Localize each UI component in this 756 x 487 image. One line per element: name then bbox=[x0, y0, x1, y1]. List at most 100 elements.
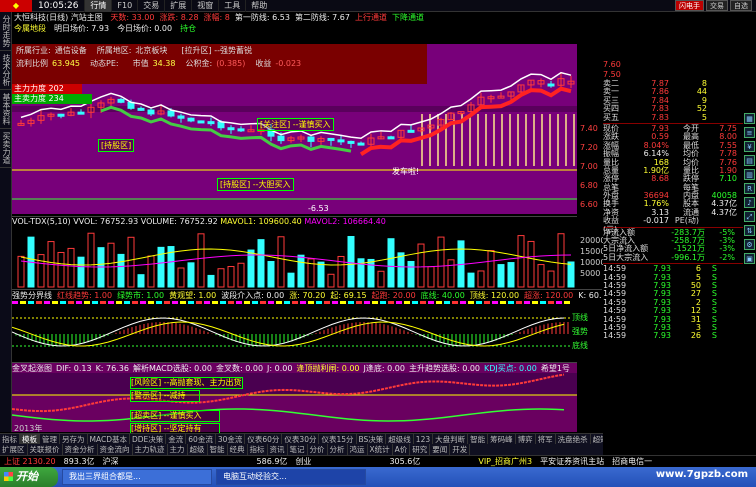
signal-strip bbox=[404, 301, 410, 304]
order-book-row[interactable]: 卖二 7.87 8 bbox=[603, 79, 743, 88]
extension-tab[interactable]: 鸿运 bbox=[348, 444, 368, 455]
extension-tab[interactable]: 主力轨迹 bbox=[133, 444, 168, 455]
indicator-tab[interactable]: 博弈 bbox=[516, 434, 536, 444]
watchlist-button[interactable]: 自选 bbox=[730, 0, 752, 11]
extension-tab[interactable]: 开发 bbox=[450, 444, 471, 455]
candle-body bbox=[337, 139, 345, 143]
stat-row: 收益(三) -0.017 PE(动) bbox=[603, 216, 743, 233]
menu-item-f10[interactable]: F10 bbox=[111, 0, 137, 12]
window-icon[interactable]: ▣ bbox=[744, 253, 755, 264]
order-book-row[interactable]: 卖一 7.86 44 bbox=[603, 87, 743, 96]
indicator-tab[interactable]: 超级线 bbox=[386, 434, 414, 444]
indicator-tab[interactable]: 大盘判断 bbox=[433, 434, 469, 444]
grid-icon[interactable]: ▦ bbox=[744, 113, 755, 124]
volume-bar bbox=[467, 272, 475, 288]
taskbar-item-1[interactable]: 我出三界组合都是... bbox=[62, 469, 212, 485]
extension-tab[interactable]: 主力 bbox=[168, 444, 188, 455]
order-book-row[interactable]: 买三 7.84 9 bbox=[603, 96, 743, 105]
menu-item-extend[interactable]: 扩展 bbox=[164, 0, 191, 12]
extension-tab[interactable]: 资金流向 bbox=[98, 444, 133, 455]
indicator-title-item: 起跑: 20.00 bbox=[371, 291, 416, 300]
extension-tab[interactable]: 分价 bbox=[308, 444, 328, 455]
extension-tab[interactable]: 扩展区 bbox=[0, 444, 28, 455]
order-book-row[interactable]: 买四 7.83 52 bbox=[603, 104, 743, 113]
volume-bar bbox=[137, 274, 145, 288]
indicator-tab[interactable]: 智能 bbox=[468, 434, 489, 444]
extension-tab[interactable]: 笔记 bbox=[288, 444, 308, 455]
settings-icon[interactable]: ⚙ bbox=[744, 239, 755, 250]
extension-tab[interactable]: X统计 bbox=[368, 444, 393, 455]
signal-strip bbox=[252, 301, 258, 304]
status-account[interactable]: VIP_招商广州3 bbox=[474, 456, 536, 467]
trade-button[interactable]: 交易 bbox=[706, 0, 728, 11]
indicator-title-item: 超涨: 120.00 bbox=[524, 291, 574, 300]
signal-strip bbox=[12, 301, 18, 304]
price-axis-tick: 6.60 bbox=[580, 200, 598, 209]
extension-tab[interactable]: 关联报价 bbox=[28, 444, 63, 455]
indicator-tab[interactable]: DDE决策 bbox=[130, 434, 167, 444]
menu-item-tools[interactable]: 工具 bbox=[218, 0, 245, 12]
bars-icon[interactable]: ▥ bbox=[744, 169, 755, 180]
taskbar-item-2[interactable]: 电脑互动经验交... bbox=[216, 469, 366, 485]
indicator-tab[interactable]: 仪表30分 bbox=[282, 434, 320, 444]
extension-tab[interactable]: 资讯 bbox=[268, 444, 288, 455]
extension-tab[interactable]: 要闻 bbox=[430, 444, 451, 455]
indicator-tab[interactable]: 另存为 bbox=[60, 434, 88, 444]
chart-icon[interactable]: ▤ bbox=[744, 155, 755, 166]
volume-panel[interactable]: VOL-TDX(5,10) VVOL: 76752.93 VOLUME: 767… bbox=[12, 216, 577, 288]
indicator-tab[interactable]: 将军 bbox=[536, 434, 556, 444]
flash-trade-button[interactable]: 闪电手 bbox=[675, 0, 704, 11]
indicator-tab[interactable]: 仪表15分 bbox=[319, 434, 357, 444]
extension-tab[interactable]: 超级 bbox=[188, 444, 208, 455]
signal-strip bbox=[244, 301, 250, 304]
indicator-tab[interactable]: 筹码峰 bbox=[488, 434, 516, 444]
price-axis-tick: 6.80 bbox=[580, 181, 598, 190]
indicator-tab[interactable]: 60金流 bbox=[186, 434, 216, 444]
extension-tab[interactable]: 研究 bbox=[410, 444, 431, 455]
indicator-title-item: 强势分界线 bbox=[12, 291, 52, 300]
extension-tab[interactable]: 指标 bbox=[248, 444, 268, 455]
kdj-zone-labels: [风险区] --高抛套现、主力出货 [警示区] --减持 [超卖区] --谨慎买… bbox=[130, 377, 243, 435]
menu-item-quotes[interactable]: 行情 bbox=[84, 0, 112, 12]
signal-strip bbox=[156, 301, 162, 304]
indicator-tab[interactable]: 管理 bbox=[40, 434, 60, 444]
extension-tab[interactable]: 经典 bbox=[228, 444, 248, 455]
menu-item-help[interactable]: 帮助 bbox=[245, 0, 272, 12]
indicator-title-item: 绿势市: 1.00 bbox=[117, 291, 165, 300]
indicator-panel[interactable]: 强势分界线 红线趋势: 1.00 绿势市: 1.00 黄观望: 1.00 波段介入点: … bbox=[12, 289, 602, 361]
extension-tab[interactable]: 分析 bbox=[328, 444, 348, 455]
status-ticker[interactable]: 平安证券资讯主站 bbox=[536, 456, 608, 467]
status-ticker-2[interactable]: 招商电信一 bbox=[608, 456, 656, 467]
indicator-tab[interactable]: 指标 bbox=[0, 434, 20, 444]
volume-axis-tick: 15000 bbox=[580, 247, 606, 256]
kline-panel[interactable]: 所属行业: 通信设备 所属地区: 北京板块 [拉升区] --强势蓄锐 流利比例 63.94… bbox=[12, 44, 577, 214]
menu-item-window[interactable]: 视窗 bbox=[191, 0, 218, 12]
menu-item-trade[interactable]: 交易 bbox=[137, 0, 164, 12]
extension-tab[interactable]: 资金分析 bbox=[63, 444, 98, 455]
fundamentals-box: 所属行业: 通信设备 所属地区: 北京板块 [拉升区] --强势蓄锐 流利比例 63.94… bbox=[12, 44, 427, 84]
indicator-tab[interactable]: 30金流 bbox=[216, 434, 246, 444]
clock: 10:05:26 bbox=[38, 0, 79, 11]
indicator-tab[interactable]: 超短 bbox=[591, 434, 603, 444]
indicator-tab[interactable]: MACD基本 bbox=[88, 434, 130, 444]
order-book-row[interactable]: 买五 7.83 5 bbox=[603, 113, 743, 122]
rsi-icon[interactable]: R bbox=[744, 183, 755, 194]
extension-tab[interactable]: 智能 bbox=[208, 444, 228, 455]
signal-strip bbox=[28, 301, 34, 304]
money-icon[interactable]: ¥ bbox=[744, 141, 755, 152]
indicator-tab[interactable]: 金流 bbox=[166, 434, 187, 444]
arrows-icon[interactable]: ⇅ bbox=[744, 225, 755, 236]
sound-icon[interactable]: ♪ bbox=[744, 197, 755, 208]
indicator-tab[interactable]: 123 bbox=[414, 434, 434, 444]
indicator-tab[interactable]: 仪表60分 bbox=[245, 434, 283, 444]
indicator-tab[interactable]: 模板 bbox=[20, 434, 40, 444]
start-button[interactable]: 开始 bbox=[0, 467, 58, 487]
extension-tab[interactable]: A价 bbox=[393, 444, 411, 455]
indicator-tab[interactable]: 洗盘绝杀 bbox=[556, 434, 591, 444]
list-icon[interactable]: ≡ bbox=[744, 127, 755, 138]
kdj-panel[interactable]: 金叉起涨图 DIF: 0.13 K: 76.36 解析MACD选股: 0.00 金叉数:… bbox=[12, 362, 577, 435]
signal-strip bbox=[324, 301, 330, 304]
expand-icon[interactable]: ⤢ bbox=[744, 211, 755, 222]
status-cy-label: 创业 bbox=[295, 457, 312, 466]
indicator-tab[interactable]: BS决策 bbox=[357, 434, 387, 444]
